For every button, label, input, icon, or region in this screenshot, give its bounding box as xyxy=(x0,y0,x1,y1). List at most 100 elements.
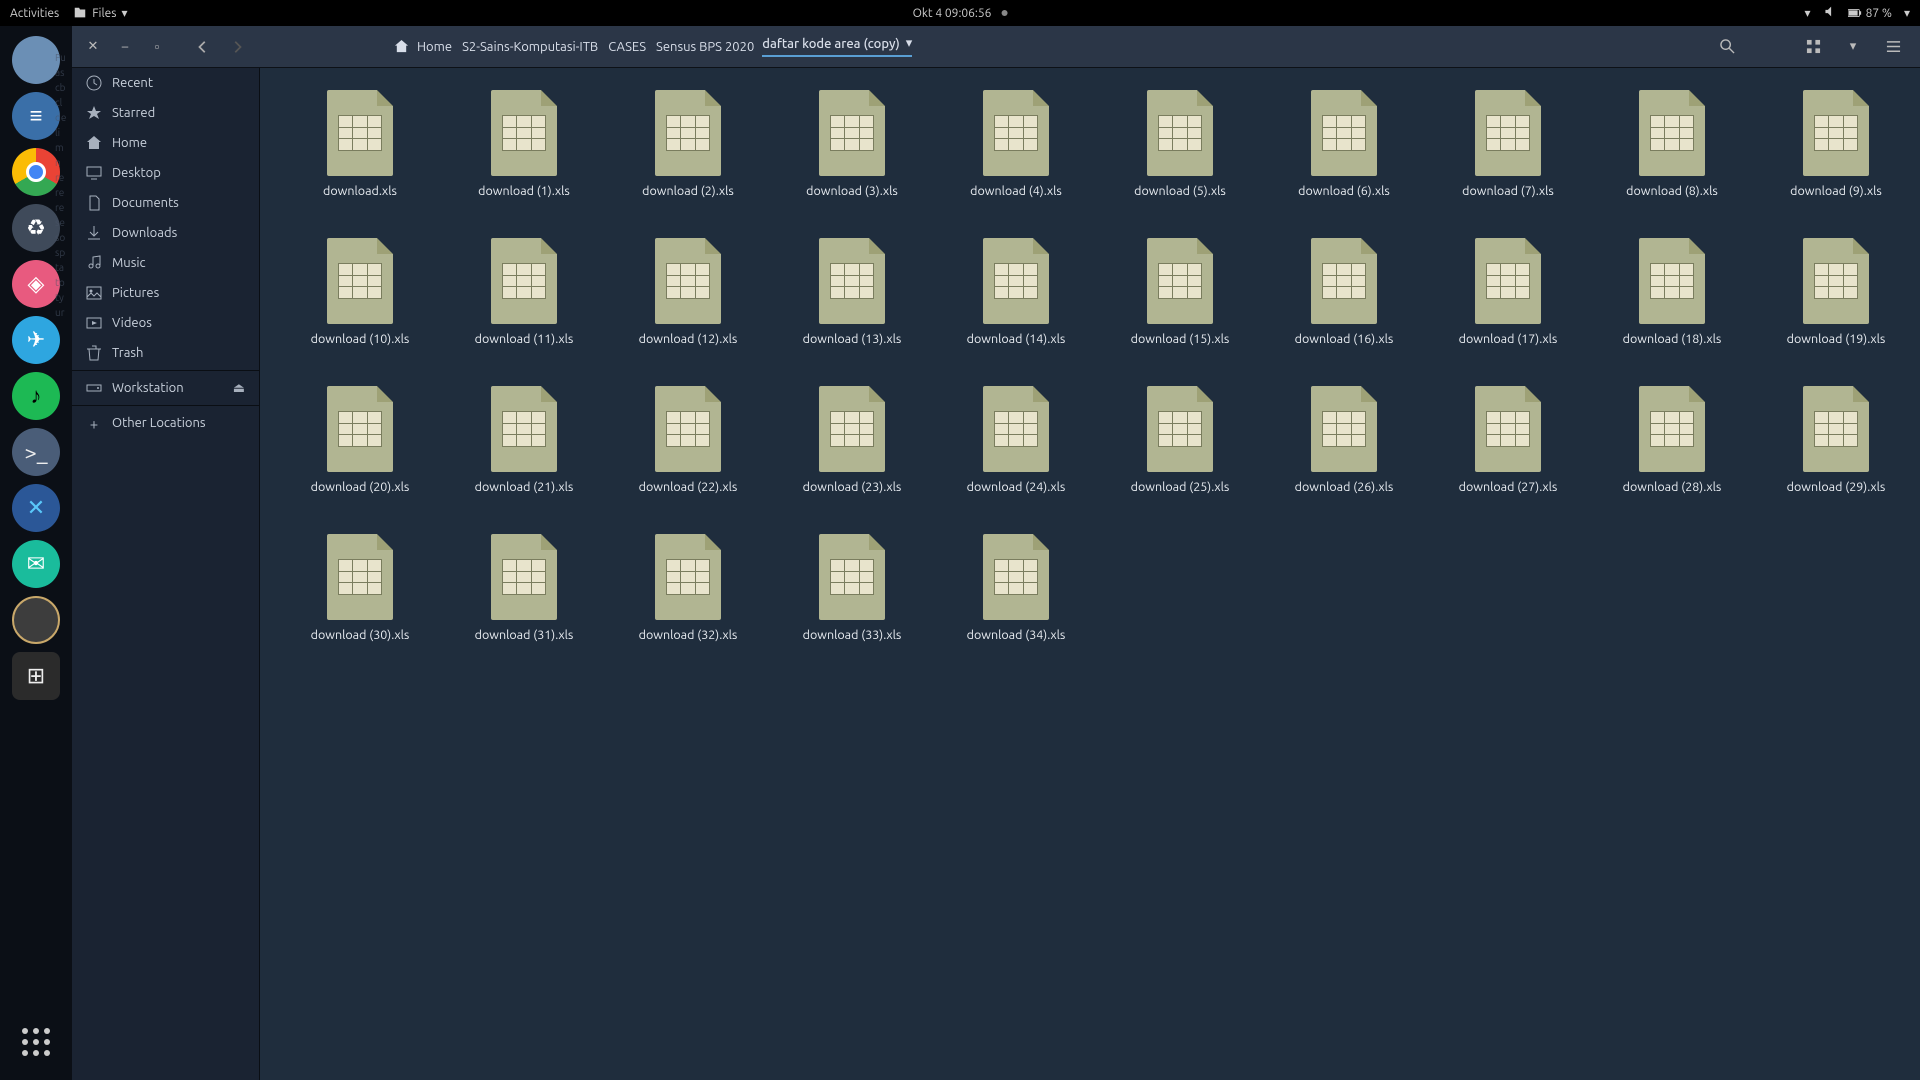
dock-terminal[interactable]: >_ xyxy=(12,428,60,476)
dock-app-2[interactable]: ≡ xyxy=(12,92,60,140)
file-item[interactable]: download (4).xls xyxy=(934,86,1098,202)
maximize-button[interactable]: ▫ xyxy=(142,32,172,62)
sidebar-item-home[interactable]: Home xyxy=(72,128,259,158)
sidebar-other-locations[interactable]: +Other Locations xyxy=(72,408,259,438)
breadcrumb-item[interactable]: Sensus BPS 2020 xyxy=(654,38,756,56)
spreadsheet-icon xyxy=(1311,90,1377,176)
eject-icon[interactable]: ⏏ xyxy=(233,381,245,396)
file-item[interactable]: download (12).xls xyxy=(606,234,770,350)
view-options-button[interactable]: ▾ xyxy=(1836,32,1870,62)
spreadsheet-icon xyxy=(1639,386,1705,472)
dock-app-6[interactable]: ⊞ xyxy=(12,652,60,700)
file-item[interactable]: download (20).xls xyxy=(278,382,442,498)
dock-spotify[interactable]: ♪ xyxy=(12,372,60,420)
activities-button[interactable]: Activities xyxy=(10,7,59,20)
sidebar-item-label: Documents xyxy=(112,196,179,210)
file-item[interactable]: download (9).xls xyxy=(1754,86,1918,202)
sidebar-item-label: Trash xyxy=(112,346,143,360)
file-name: download (30).xls xyxy=(311,628,410,642)
file-item[interactable]: download (10).xls xyxy=(278,234,442,350)
file-item[interactable]: download (23).xls xyxy=(770,382,934,498)
file-item[interactable]: download (28).xls xyxy=(1590,382,1754,498)
close-button[interactable]: ✕ xyxy=(78,32,108,62)
sidebar-item-music[interactable]: Music xyxy=(72,248,259,278)
file-item[interactable]: download (32).xls xyxy=(606,530,770,646)
forward-button[interactable] xyxy=(220,32,254,62)
show-applications[interactable] xyxy=(16,1022,56,1062)
file-item[interactable]: download (17).xls xyxy=(1426,234,1590,350)
back-button[interactable] xyxy=(186,32,220,62)
file-item[interactable]: download (5).xls xyxy=(1098,86,1262,202)
dock-app-5[interactable] xyxy=(12,596,60,644)
spreadsheet-icon xyxy=(1475,238,1541,324)
breadcrumb-item[interactable]: CASES xyxy=(606,38,648,56)
sidebar-item-pictures[interactable]: Pictures xyxy=(72,278,259,308)
file-item[interactable]: download (31).xls xyxy=(442,530,606,646)
network-icon[interactable]: ▾ xyxy=(1805,6,1811,20)
files-window: ✕ – ▫ Home S2-Sains-Komputasi-ITB CASES … xyxy=(72,26,1920,1080)
file-name: download (17).xls xyxy=(1459,332,1558,346)
spreadsheet-icon xyxy=(1803,90,1869,176)
file-item[interactable]: download (26).xls xyxy=(1262,382,1426,498)
breadcrumb-item[interactable]: S2-Sains-Komputasi-ITB xyxy=(460,38,600,56)
dock-app-1[interactable] xyxy=(12,36,60,84)
spreadsheet-icon xyxy=(327,90,393,176)
file-name: download (9).xls xyxy=(1790,184,1882,198)
file-item[interactable]: download (21).xls xyxy=(442,382,606,498)
sidebar: Recent Starred Home Desktop Documents Do… xyxy=(72,68,260,1080)
file-item[interactable]: download (18).xls xyxy=(1590,234,1754,350)
sidebar-item-videos[interactable]: Videos xyxy=(72,308,259,338)
volume-icon[interactable] xyxy=(1823,5,1836,21)
sidebar-item-label: Pictures xyxy=(112,286,159,300)
file-item[interactable]: download (27).xls xyxy=(1426,382,1590,498)
hamburger-menu[interactable] xyxy=(1876,32,1910,62)
file-item[interactable]: download (19).xls xyxy=(1754,234,1918,350)
file-item[interactable]: download (7).xls xyxy=(1426,86,1590,202)
sidebar-item-downloads[interactable]: Downloads xyxy=(72,218,259,248)
file-item[interactable]: download (15).xls xyxy=(1098,234,1262,350)
file-item[interactable]: download (13).xls xyxy=(770,234,934,350)
file-item[interactable]: download (24).xls xyxy=(934,382,1098,498)
file-item[interactable]: download (25).xls xyxy=(1098,382,1262,498)
file-item[interactable]: download (2).xls xyxy=(606,86,770,202)
dock-vscode[interactable]: ✕ xyxy=(12,484,60,532)
file-item[interactable]: download (29).xls xyxy=(1754,382,1918,498)
file-item[interactable]: download.xls xyxy=(278,86,442,202)
sidebar-item-recent[interactable]: Recent xyxy=(72,68,259,98)
battery-indicator[interactable]: 87 % xyxy=(1848,7,1892,20)
search-button[interactable] xyxy=(1710,32,1744,62)
dock-mail[interactable]: ✉ xyxy=(12,540,60,588)
file-item[interactable]: download (11).xls xyxy=(442,234,606,350)
app-menu[interactable]: Files ▾ xyxy=(73,6,127,20)
system-menu-icon[interactable]: ▾ xyxy=(1904,6,1910,20)
file-item[interactable]: download (22).xls xyxy=(606,382,770,498)
sidebar-item-documents[interactable]: Documents xyxy=(72,188,259,218)
file-name: download (14).xls xyxy=(967,332,1066,346)
file-item[interactable]: download (6).xls xyxy=(1262,86,1426,202)
file-item[interactable]: download (34).xls xyxy=(934,530,1098,646)
dock-telegram[interactable]: ✈ xyxy=(12,316,60,364)
file-item[interactable]: download (33).xls xyxy=(770,530,934,646)
breadcrumb-item[interactable]: Home xyxy=(415,38,454,56)
view-grid-button[interactable] xyxy=(1796,32,1830,62)
dock-app-4[interactable]: ◈ xyxy=(12,260,60,308)
file-item[interactable]: download (1).xls xyxy=(442,86,606,202)
sidebar-item-label: Downloads xyxy=(112,226,177,240)
sidebar-item-starred[interactable]: Starred xyxy=(72,98,259,128)
sidebar-item-label: Home xyxy=(112,136,147,150)
file-item[interactable]: download (16).xls xyxy=(1262,234,1426,350)
file-view[interactable]: download.xlsdownload (1).xlsdownload (2)… xyxy=(260,68,1920,1080)
file-item[interactable]: download (14).xls xyxy=(934,234,1098,350)
breadcrumb-current[interactable]: daftar kode area (copy) ▾ xyxy=(762,36,912,57)
clock[interactable]: Okt 4 09:06:56 xyxy=(913,7,1008,20)
file-item[interactable]: download (30).xls xyxy=(278,530,442,646)
file-item[interactable]: download (8).xls xyxy=(1590,86,1754,202)
dock-chrome[interactable] xyxy=(12,148,60,196)
sidebar-item-trash[interactable]: Trash xyxy=(72,338,259,368)
dock-app-3[interactable]: ♻ xyxy=(12,204,60,252)
minimize-button[interactable]: – xyxy=(110,32,140,62)
app-menu-label: Files xyxy=(92,7,116,20)
sidebar-mount-workstation[interactable]: Workstation⏏ xyxy=(72,373,259,403)
file-item[interactable]: download (3).xls xyxy=(770,86,934,202)
sidebar-item-desktop[interactable]: Desktop xyxy=(72,158,259,188)
